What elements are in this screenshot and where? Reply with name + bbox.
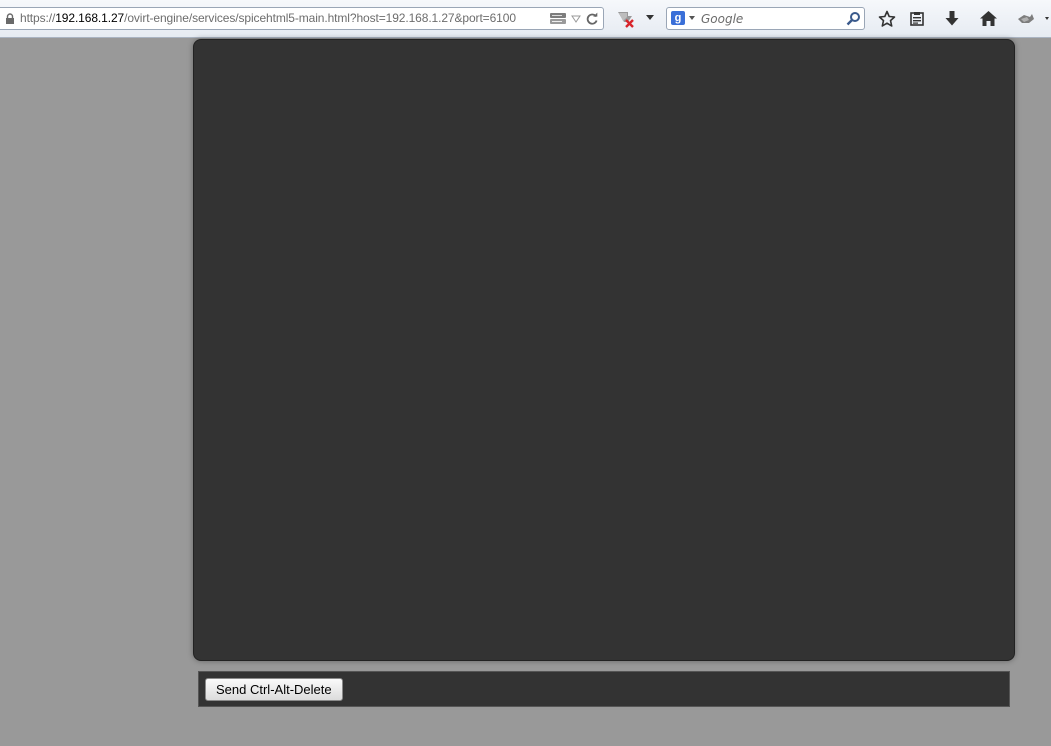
address-bar[interactable]: https://192.168.1.27/ovirt-engine/servic… [0,7,604,30]
browser-toolbar: https://192.168.1.27/ovirt-engine/servic… [0,0,1051,38]
send-ctrl-alt-delete-button[interactable]: Send Ctrl-Alt-Delete [205,678,343,701]
addon-button[interactable] [614,9,636,29]
reload-icon[interactable] [585,12,599,26]
network-icon[interactable] [549,12,567,26]
spice-control-bar: Send Ctrl-Alt-Delete [198,671,1010,707]
bookmark-button[interactable] [876,8,898,29]
lock-icon [6,13,14,24]
url-text[interactable]: https://192.168.1.27/ovirt-engine/servic… [20,8,516,29]
home-button[interactable] [976,8,1000,29]
spice-display-screen[interactable] [193,39,1015,661]
extension-button[interactable] [1013,9,1051,29]
addon-blocked-icon [618,12,634,28]
dropdown-arrow-icon[interactable] [571,14,581,24]
search-bar[interactable]: g [666,7,865,30]
dropdown-arrow-icon [646,15,654,20]
bookmarks-menu-button[interactable] [906,8,928,29]
search-input[interactable] [701,9,841,28]
search-icon[interactable] [846,11,861,26]
url-host: 192.168.1.27 [55,11,125,25]
download-icon [945,11,959,26]
url-path: /ovirt-engine/services/spicehtml5-main.h… [124,11,516,25]
engine-dropdown-icon[interactable] [689,16,695,20]
home-icon [979,11,997,26]
url-prefix: https:// [20,11,56,25]
bookmarks-list-icon [910,11,924,26]
url-bar-icons [549,11,599,27]
addon-menu-button[interactable] [644,12,656,24]
google-engine-icon[interactable]: g [671,11,685,25]
star-icon [878,10,896,27]
extension-icon [1018,14,1049,23]
downloads-button[interactable] [941,8,963,29]
